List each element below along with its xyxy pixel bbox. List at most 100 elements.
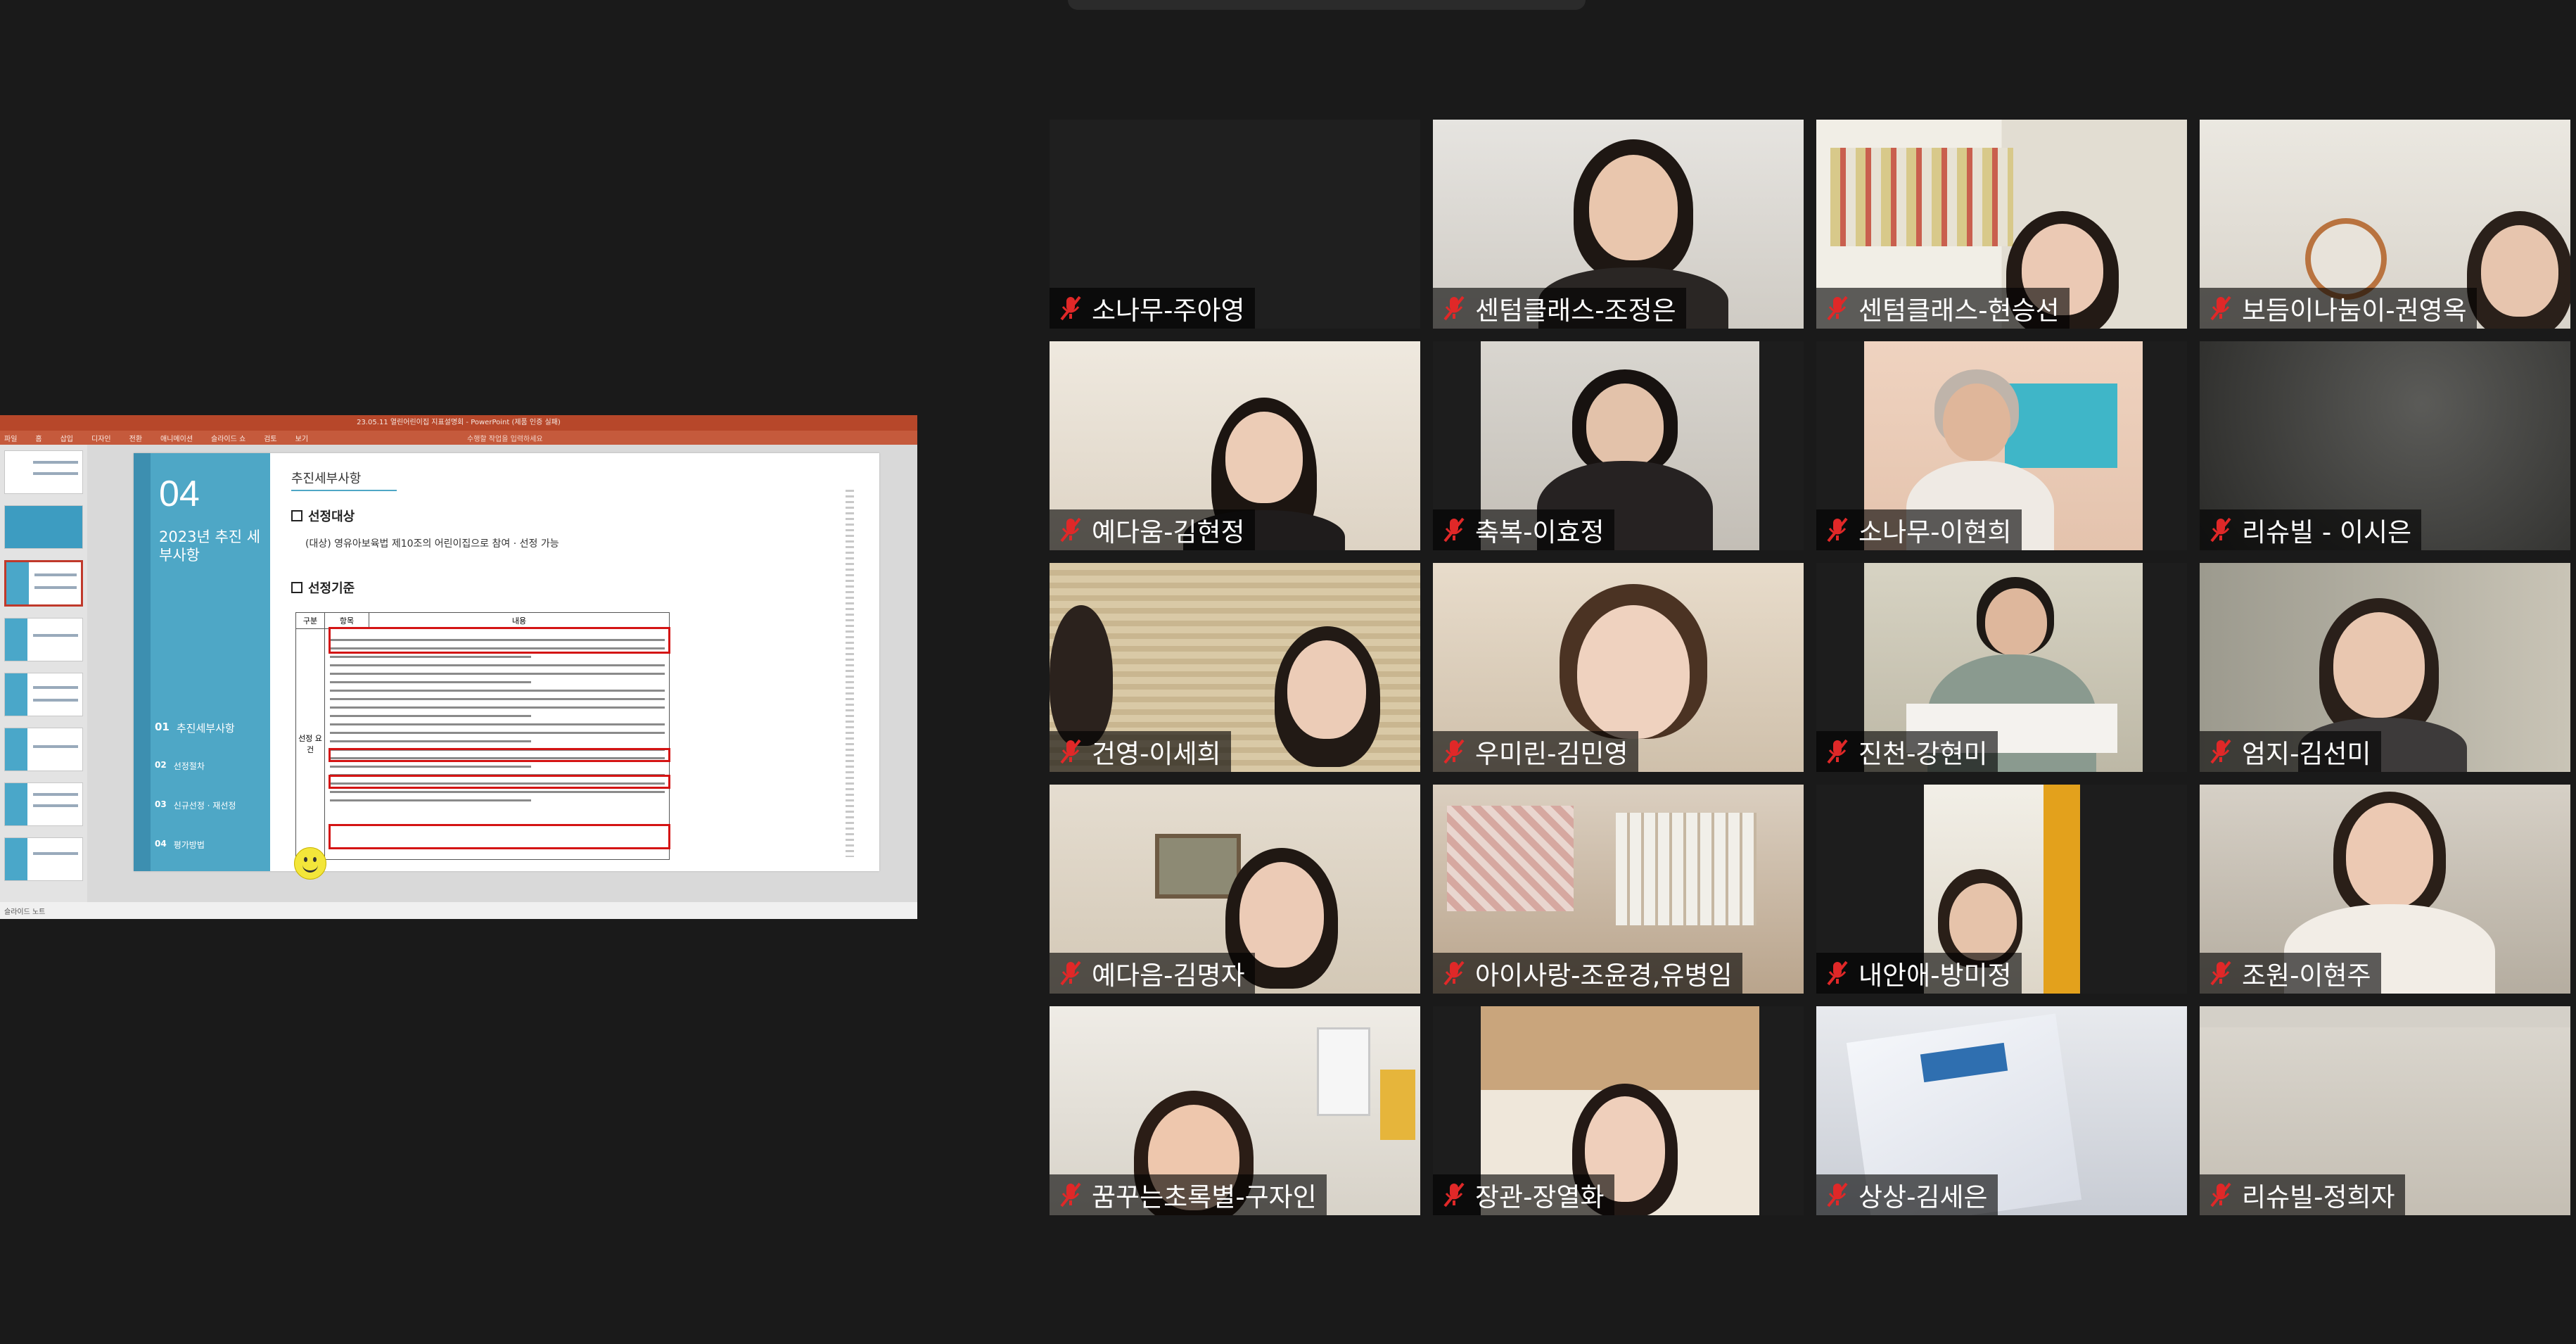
participant-tile[interactable]: 예다움-김현정 bbox=[1050, 341, 1420, 550]
mic-muted-icon bbox=[1827, 517, 1848, 543]
slide-thumbnail bbox=[4, 728, 83, 771]
participant-name: 축복-이효정 bbox=[1475, 517, 1605, 547]
participant-tile[interactable]: 센텀클래스-현승선 bbox=[1816, 120, 2187, 329]
participant-tile[interactable]: 아이사랑-조윤경,유병임 bbox=[1433, 785, 1804, 994]
participant-tile[interactable]: 리슈빌-정희자 bbox=[2200, 1006, 2570, 1215]
participant-tile[interactable]: 내안애-방미정 bbox=[1816, 785, 2187, 994]
participant-name: 아이사랑-조윤경,유병임 bbox=[1475, 961, 1733, 991]
participant-name: 내안애-방미정 bbox=[1858, 961, 2012, 991]
mic-muted-icon bbox=[1827, 296, 1848, 321]
participant-name-tag: 센텀클래스-조정은 bbox=[1433, 288, 1686, 329]
ribbon-tab: 삽입 bbox=[60, 435, 74, 443]
slide-thumbnails bbox=[0, 445, 87, 902]
participant-tile[interactable]: 예다음-김명자 bbox=[1050, 785, 1420, 994]
mic-muted-icon bbox=[1443, 1182, 1465, 1207]
current-slide: 04 2023년 추진 세부사항 01 추진세부사항 02 선정절차 03 신규선정 … bbox=[134, 453, 879, 880]
participant-name: 조원-이현주 bbox=[2242, 961, 2371, 991]
highlight-box bbox=[329, 775, 670, 789]
participant-name: 소나무-주아영 bbox=[1092, 296, 1245, 326]
ribbon-tab: 파일 bbox=[4, 435, 18, 443]
mic-muted-icon bbox=[1443, 961, 1465, 986]
meeting-top-bar[interactable] bbox=[1068, 0, 1586, 10]
participant-name-tag: 우미린-김민영 bbox=[1433, 731, 1638, 772]
participant-name: 상상-김세은 bbox=[1858, 1182, 1988, 1212]
mic-muted-icon bbox=[1827, 961, 1848, 986]
participant-name: 건영-이세희 bbox=[1092, 739, 1221, 769]
table-header: 구분 bbox=[296, 613, 325, 628]
ppt-status-bar: 슬라이드 노트 bbox=[0, 902, 917, 919]
toc-item: 02 선정절차 bbox=[155, 760, 205, 771]
slide-thumbnail bbox=[4, 618, 83, 661]
mic-muted-icon bbox=[2210, 739, 2231, 764]
participant-name-tag: 내안애-방미정 bbox=[1816, 953, 2022, 994]
participant-tile[interactable]: 조원-이현주 bbox=[2200, 785, 2570, 994]
participant-name-tag: 아이사랑-조윤경,유병임 bbox=[1433, 953, 1742, 994]
participant-name: 우미린-김민영 bbox=[1475, 739, 1628, 769]
ribbon-tab: 슬라이드 쇼 bbox=[211, 435, 246, 443]
table-row-label: 선정 요건 bbox=[296, 628, 325, 859]
shared-screen: 23.05.11 열린어린이집 지표설명회 - PowerPoint (제품 인… bbox=[0, 415, 917, 919]
participant-tile[interactable]: 우미린-김민영 bbox=[1433, 563, 1804, 772]
ribbon-tab: 디자인 bbox=[91, 435, 111, 443]
slide-canvas: 04 2023년 추진 세부사항 01 추진세부사항 02 선정절차 03 신규선정 … bbox=[87, 445, 917, 902]
mic-muted-icon bbox=[2210, 517, 2231, 543]
table-header: 내용 bbox=[511, 616, 527, 626]
slide-thumbnail-selected bbox=[4, 560, 83, 607]
participant-tile[interactable]: 엄지-김선미 bbox=[2200, 563, 2570, 772]
mic-muted-icon bbox=[1060, 739, 1081, 764]
participant-tile[interactable]: 소나무-주아영 bbox=[1050, 120, 1420, 329]
slide-heading: 추진세부사항 bbox=[291, 469, 397, 491]
participant-name-tag: 상상-김세은 bbox=[1816, 1174, 1998, 1215]
slide-thumbnail bbox=[4, 505, 83, 549]
participant-tile[interactable]: 꿈꾸는초록별-구자인 bbox=[1050, 1006, 1420, 1215]
participant-name-tag: 소나무-이현희 bbox=[1816, 509, 2022, 550]
toc-item: 03 신규선정 · 재선정 bbox=[155, 799, 236, 811]
participant-name: 장관-장열화 bbox=[1475, 1182, 1605, 1212]
participant-tile[interactable]: 상상-김세은 bbox=[1816, 1006, 2187, 1215]
participant-tile[interactable]: 보듬이나눔이-권영옥 bbox=[2200, 120, 2570, 329]
participant-name: 리슈빌 - 이시은 bbox=[2242, 517, 2412, 547]
participant-name-tag: 예다움-김현정 bbox=[1050, 509, 1255, 550]
participant-name: 센텀클래스-현승선 bbox=[1858, 296, 2060, 326]
participant-name-tag: 소나무-주아영 bbox=[1050, 288, 1255, 329]
slide-sidebar: 04 2023년 추진 세부사항 01 추진세부사항 02 선정절차 03 신규선정 … bbox=[134, 453, 270, 871]
toc-item: 04 평가방법 bbox=[155, 839, 205, 850]
toc-item: 01 추진세부사항 bbox=[155, 721, 235, 735]
participant-name-tag: 센텀클래스-현승선 bbox=[1816, 288, 2070, 329]
participant-tile[interactable]: 장관-장열화 bbox=[1433, 1006, 1804, 1215]
mic-muted-icon bbox=[1443, 739, 1465, 764]
mic-muted-icon bbox=[1060, 296, 1081, 321]
participant-name: 예다음-김명자 bbox=[1092, 961, 1245, 991]
section-criteria: 선정기준 bbox=[291, 578, 858, 597]
participant-tile[interactable]: 축복-이효정 bbox=[1433, 341, 1804, 550]
participant-name-tag: 엄지-김선미 bbox=[2200, 731, 2381, 772]
participant-name-tag: 조원-이현주 bbox=[2200, 953, 2381, 994]
ppt-title-bar: 23.05.11 열린어린이집 지표설명회 - PowerPoint (제품 인… bbox=[0, 415, 917, 431]
slide-thumbnail bbox=[4, 673, 83, 716]
participant-tile[interactable]: 소나무-이현희 bbox=[1816, 341, 2187, 550]
participant-name-tag: 꿈꾸는초록별-구자인 bbox=[1050, 1174, 1327, 1215]
participant-name: 엄지-김선미 bbox=[2242, 739, 2371, 769]
ppt-ribbon: 파일 홈 삽입 디자인 전환 애니메이션 슬라이드 쇼 검토 보기 수행할 작업… bbox=[0, 431, 917, 445]
participant-tile[interactable]: 건영-이세희 bbox=[1050, 563, 1420, 772]
slide-content: 추진세부사항 선정대상 (대상) 영유아보육법 제10조의 어린이집으로 참여 … bbox=[291, 469, 858, 880]
mic-muted-icon bbox=[1827, 739, 1848, 764]
criteria-table: 구분 항목 내용 선정 요건 bbox=[295, 612, 670, 860]
participant-tile[interactable]: 진천-강현미 bbox=[1816, 563, 2187, 772]
highlight-box bbox=[329, 627, 670, 654]
participant-name-tag: 진천-강현미 bbox=[1816, 731, 1998, 772]
ribbon-tab: 홈 bbox=[35, 435, 42, 443]
ribbon-search: 수행할 작업을 입력하세요 bbox=[467, 435, 543, 443]
participant-name-tag: 리슈빌 - 이시은 bbox=[2200, 509, 2422, 550]
participant-tile[interactable]: 센텀클래스-조정은 bbox=[1433, 120, 1804, 329]
mic-muted-icon bbox=[1060, 961, 1081, 986]
participant-name-tag: 리슈빌-정희자 bbox=[2200, 1174, 2405, 1215]
participant-tile[interactable]: 리슈빌 - 이시은 bbox=[2200, 341, 2570, 550]
mic-muted-icon bbox=[1060, 1182, 1081, 1207]
target-text: (대상) 영유아보육법 제10조의 어린이집으로 참여 · 선정 가능 bbox=[305, 538, 559, 550]
participant-name: 센텀클래스-조정은 bbox=[1475, 296, 1676, 326]
mic-muted-icon bbox=[1443, 296, 1465, 321]
smiley-icon bbox=[294, 847, 326, 880]
slide-toc: 01 추진세부사항 02 선정절차 03 신규선정 · 재선정 04 평가방법 bbox=[155, 721, 274, 878]
mic-muted-icon bbox=[1060, 517, 1081, 543]
